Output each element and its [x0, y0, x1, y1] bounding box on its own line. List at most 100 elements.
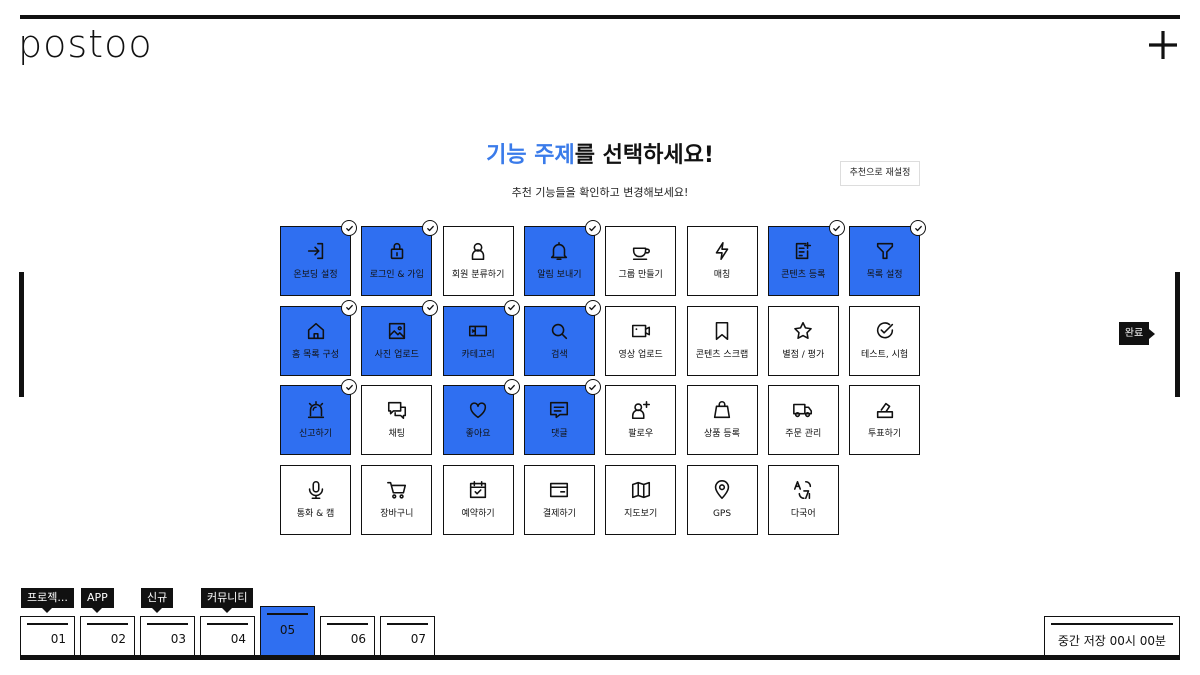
check-icon — [341, 220, 357, 236]
calendar-icon — [466, 478, 490, 502]
feature-label: 댓글 — [551, 429, 568, 439]
feature-label: 상품 등록 — [704, 429, 740, 439]
feature-label: 테스트, 시험 — [861, 349, 909, 360]
interim-save-button[interactable]: 중간 저장 00시 00분 — [1044, 616, 1180, 656]
feature-label: 채팅 — [388, 429, 406, 439]
feature-card[interactable]: 검색 — [523, 299, 601, 376]
feature-card[interactable]: 사진 업로드 — [361, 299, 439, 376]
feature-card[interactable]: 통화 & 캠 — [280, 464, 351, 535]
feature-label: 콘텐츠 스크랩 — [695, 349, 749, 360]
feature-card[interactable]: 좋아요 — [442, 379, 520, 455]
comment-icon — [547, 398, 571, 422]
cart-icon — [385, 478, 409, 502]
feature-label: 팔로우 — [628, 429, 654, 439]
feature-label: 알림 보내기 — [537, 270, 582, 280]
filter-icon — [873, 239, 897, 263]
left-scroll-indicator[interactable] — [19, 272, 24, 397]
feature-card[interactable]: 팔로우 — [605, 385, 677, 455]
feature-card[interactable]: 회원 분류하기 — [442, 226, 514, 296]
feature-card[interactable]: 로그인 & 가입 — [361, 220, 439, 296]
feature-label: 회원 분류하기 — [451, 270, 505, 280]
feature-label: 카테고리 — [461, 349, 495, 360]
feature-card[interactable]: 영상 업로드 — [605, 305, 677, 376]
plus-icon[interactable] — [1146, 28, 1180, 62]
feature-card[interactable]: 장바구니 — [361, 464, 433, 535]
feature-label: GPS — [712, 508, 732, 519]
step-bar — [327, 623, 368, 625]
feature-label: 온보딩 설정 — [293, 270, 338, 280]
person-plus-icon — [629, 398, 653, 422]
step-bar — [87, 623, 128, 625]
feature-card[interactable]: 댓글 — [523, 379, 601, 455]
page-title: 기능 주제를 선택하세요! — [0, 141, 1200, 171]
step-06[interactable]: 06 — [320, 616, 375, 656]
step-04[interactable]: 04 — [200, 616, 255, 656]
title-rest: 를 선택하세요! — [574, 143, 714, 168]
check-icon — [422, 220, 439, 236]
feature-card[interactable]: 주문 관리 — [767, 385, 839, 455]
image-icon — [385, 319, 409, 343]
step-07[interactable]: 07 — [380, 616, 435, 656]
feature-card[interactable]: 목록 설정 — [849, 220, 927, 296]
check-icon — [341, 299, 357, 316]
step-02[interactable]: 02 — [80, 616, 135, 656]
feature-card[interactable]: 알림 보내기 — [523, 220, 601, 296]
feature-card[interactable]: 카테고리 — [442, 299, 520, 376]
save-bar — [1051, 623, 1173, 625]
check-circle-icon — [873, 319, 897, 343]
feature-card[interactable]: 온보딩 설정 — [280, 220, 357, 296]
step-01[interactable]: 01 — [20, 616, 75, 656]
feature-card[interactable]: 투표하기 — [849, 385, 921, 455]
step-number: 06 — [350, 632, 366, 646]
check-icon — [910, 220, 927, 236]
step-tag: 신규 — [141, 588, 174, 613]
feature-label: 다국어 — [790, 508, 816, 519]
feature-card[interactable]: GPS — [686, 464, 758, 535]
feature-label: 검색 — [551, 349, 568, 360]
feature-card[interactable]: 홈 목록 구성 — [280, 299, 357, 376]
feature-card[interactable]: 채팅 — [361, 385, 433, 455]
feature-card[interactable]: 콘텐츠 등록 — [767, 220, 845, 296]
feature-card[interactable]: 지도보기 — [605, 464, 677, 535]
feature-card[interactable]: 테스트, 시험 — [849, 305, 921, 376]
home-icon — [304, 319, 328, 343]
step-tag: 프로젝... — [21, 588, 74, 613]
check-icon — [422, 299, 439, 316]
feature-label: 좋아요 — [465, 429, 491, 439]
check-icon — [828, 220, 845, 236]
postoo-logo[interactable]: postoo — [18, 22, 153, 66]
step-05[interactable]: 05 — [260, 606, 315, 656]
feature-card[interactable]: 상품 등록 — [686, 385, 758, 455]
bottom-rule — [20, 655, 1180, 660]
cup-icon — [629, 239, 653, 263]
feature-card[interactable]: 결제하기 — [523, 464, 595, 535]
reset-recommendation-button[interactable]: 추천으로 재설정 — [840, 161, 920, 186]
feature-card[interactable]: 콘텐츠 스크랩 — [686, 305, 758, 376]
star-icon — [791, 319, 815, 343]
feature-card[interactable]: 예약하기 — [442, 464, 514, 535]
feature-card[interactable]: 다국어 — [767, 464, 839, 535]
feature-label: 예약하기 — [461, 508, 495, 519]
map-icon — [629, 478, 653, 502]
video-icon — [629, 319, 653, 343]
feature-label: 목록 설정 — [866, 270, 903, 280]
top-rule — [20, 15, 1180, 19]
feature-card[interactable]: 별점 / 평가 — [767, 305, 839, 376]
feature-card[interactable]: 매칭 — [686, 226, 758, 296]
siren-icon — [304, 398, 328, 422]
feature-label: 로그인 & 가입 — [369, 270, 424, 280]
feature-label: 홈 목록 구성 — [291, 349, 340, 360]
feature-label: 신고하기 — [298, 429, 333, 439]
lock-icon — [385, 239, 409, 263]
step-number: 05 — [279, 623, 296, 637]
step-bar — [387, 623, 428, 625]
right-scroll-indicator[interactable] — [1175, 272, 1180, 397]
done-tooltip[interactable]: 완료 — [1119, 322, 1155, 345]
step-03[interactable]: 03 — [140, 616, 195, 656]
feature-card[interactable]: 그룹 만들기 — [605, 226, 677, 296]
feature-label: 콘텐츠 등록 — [781, 270, 826, 280]
bell-icon — [547, 239, 571, 263]
step-bar — [207, 623, 248, 625]
feature-card[interactable]: 신고하기 — [280, 379, 357, 455]
card-icon — [547, 478, 571, 502]
